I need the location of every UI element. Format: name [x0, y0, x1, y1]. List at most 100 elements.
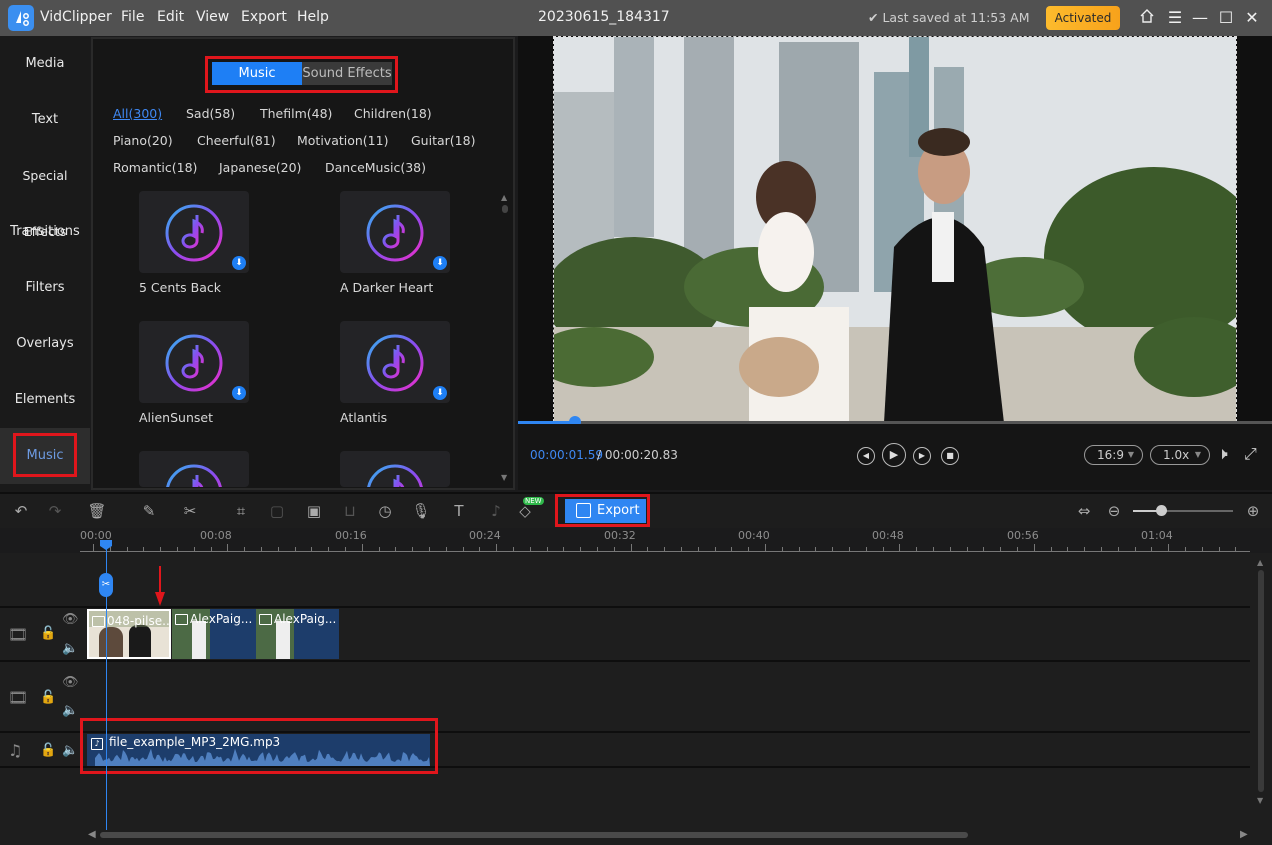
- sidebar: Media Text Special Effects Transitions F…: [0, 36, 90, 492]
- text-to-speech-icon[interactable]: T: [448, 500, 470, 522]
- sidebar-item-elements[interactable]: Elements: [0, 372, 90, 428]
- crop-icon[interactable]: ⌗: [230, 500, 252, 522]
- category-japanese[interactable]: Japanese(20): [219, 160, 301, 175]
- eye-icon[interactable]: 👁: [62, 675, 79, 690]
- zoom-in-icon[interactable]: ⊕: [1242, 500, 1264, 522]
- scroll-right-icon[interactable]: ▶: [1240, 829, 1248, 840]
- activated-button[interactable]: Activated: [1046, 6, 1120, 30]
- preview-frame[interactable]: [553, 36, 1237, 422]
- ruler-tick: [949, 547, 951, 552]
- redo-icon[interactable]: ↷: [44, 500, 66, 522]
- sidebar-item-transitions[interactable]: Transitions: [0, 204, 90, 260]
- category-guitar[interactable]: Guitar(18): [411, 133, 475, 148]
- eye-icon[interactable]: 👁: [62, 612, 79, 627]
- music-card[interactable]: ⬇: [139, 191, 249, 273]
- mosaic-icon[interactable]: ▣: [303, 500, 325, 522]
- ruler-tick: [1067, 547, 1069, 552]
- scroll-thumb[interactable]: [502, 205, 508, 213]
- undo-icon[interactable]: ↶: [10, 500, 32, 522]
- scroll-up-icon[interactable]: ▲: [1257, 558, 1263, 567]
- lock-icon[interactable]: 🔓: [40, 743, 56, 758]
- fit-timeline-icon[interactable]: ⇔: [1073, 500, 1095, 522]
- category-thefilm[interactable]: Thefilm(48): [260, 106, 332, 121]
- fullscreen-icon[interactable]: ⤢: [1244, 444, 1257, 464]
- delete-icon[interactable]: 🗑: [86, 500, 108, 522]
- maximize-icon[interactable]: ☐: [1216, 8, 1236, 28]
- menu-view[interactable]: View: [196, 9, 229, 25]
- speaker-icon[interactable]: 🔈: [62, 703, 78, 718]
- ruler-tick-label: 00:16: [335, 529, 367, 542]
- sidebar-item-text[interactable]: Text: [0, 92, 90, 148]
- close-icon[interactable]: ✕: [1242, 8, 1262, 28]
- download-icon[interactable]: ⬇: [433, 256, 447, 270]
- scroll-left-icon[interactable]: ◀: [88, 829, 96, 840]
- category-children[interactable]: Children(18): [354, 106, 432, 121]
- hamburger-menu-icon[interactable]: ☰: [1165, 8, 1185, 28]
- next-frame-icon[interactable]: ▶: [913, 447, 931, 465]
- music-card[interactable]: ⬇: [340, 321, 450, 403]
- sidebar-item-media[interactable]: Media: [0, 36, 90, 92]
- download-icon[interactable]: ⬇: [433, 386, 447, 400]
- download-icon[interactable]: ⬇: [232, 386, 246, 400]
- menu-edit[interactable]: Edit: [157, 9, 184, 25]
- scroll-up-icon[interactable]: ▲: [501, 193, 507, 202]
- category-cheerful[interactable]: Cheerful(81): [197, 133, 276, 148]
- menu-export[interactable]: Export: [241, 9, 287, 25]
- ruler-tick: [345, 547, 346, 552]
- ruler-tick: [412, 547, 414, 552]
- lock-icon[interactable]: 🔓: [40, 690, 56, 705]
- category-all[interactable]: All(300): [113, 106, 162, 121]
- category-piano[interactable]: Piano(20): [113, 133, 173, 148]
- zoom-out-icon[interactable]: ⊖: [1103, 500, 1125, 522]
- download-icon[interactable]: ⬇: [232, 256, 246, 270]
- category-sad[interactable]: Sad(58): [186, 106, 235, 121]
- speech-to-text-icon[interactable]: ♪: [485, 500, 507, 522]
- volume-icon[interactable]: 🕨: [1217, 444, 1228, 464]
- video-clip[interactable]: AlexPaig...: [172, 609, 256, 659]
- menu-help[interactable]: Help: [297, 9, 329, 25]
- prev-frame-icon[interactable]: ◀: [857, 447, 875, 465]
- library-scrollbar[interactable]: ▲ ▼: [500, 193, 510, 485]
- home-icon[interactable]: [1137, 8, 1157, 28]
- ruler-tick: [445, 547, 447, 552]
- music-card[interactable]: ⬇: [139, 321, 249, 403]
- music-card[interactable]: [139, 451, 249, 487]
- play-icon[interactable]: ▶: [882, 443, 906, 467]
- timeline-vertical-scrollbar[interactable]: ▲ ▼: [1256, 558, 1266, 820]
- ruler-tick: [361, 544, 363, 552]
- edit-icon[interactable]: ✎: [138, 500, 160, 522]
- video-clip[interactable]: 048-pilse...: [87, 609, 171, 659]
- sidebar-item-special-effects[interactable]: Special Effects: [0, 148, 90, 239]
- speed-clock-icon[interactable]: ◷: [374, 500, 396, 522]
- music-card[interactable]: [340, 451, 450, 487]
- category-dancemusic[interactable]: DanceMusic(38): [325, 160, 426, 175]
- speed-dropdown[interactable]: 1.0x ▼: [1150, 445, 1210, 465]
- menu-file[interactable]: File: [121, 9, 144, 25]
- lock-icon[interactable]: 🔓: [40, 626, 56, 641]
- music-card[interactable]: ⬇: [340, 191, 450, 273]
- scroll-thumb[interactable]: [1258, 570, 1264, 792]
- sidebar-item-overlays[interactable]: Overlays: [0, 316, 90, 372]
- record-voice-icon[interactable]: 🎙: [410, 500, 432, 522]
- split-icon[interactable]: ✂: [179, 500, 201, 522]
- audio-highlight-box: [80, 718, 438, 774]
- speaker-icon[interactable]: 🔈: [62, 743, 78, 758]
- category-motivation[interactable]: Motivation(11): [297, 133, 388, 148]
- scroll-down-icon[interactable]: ▼: [1257, 796, 1263, 805]
- split-marker-icon[interactable]: ✂: [99, 573, 113, 597]
- timeline-ruler[interactable]: [80, 528, 1252, 552]
- scroll-down-icon[interactable]: ▼: [501, 473, 507, 482]
- video-clip[interactable]: AlexPaig...: [256, 609, 339, 659]
- audio-levels-icon[interactable]: ⊔: [339, 500, 361, 522]
- zoom-slider-handle[interactable]: [1156, 505, 1167, 516]
- speaker-icon[interactable]: 🔈: [62, 641, 78, 656]
- category-romantic[interactable]: Romantic(18): [113, 160, 197, 175]
- stop-icon[interactable]: ■: [941, 447, 959, 465]
- sidebar-item-filters[interactable]: Filters: [0, 260, 90, 316]
- timeline-horizontal-scrollbar[interactable]: [100, 832, 968, 838]
- aspect-ratio-dropdown[interactable]: 16:9 ▼: [1084, 445, 1143, 465]
- minimize-icon[interactable]: —: [1190, 8, 1210, 28]
- ruler-tick: [328, 547, 330, 552]
- ruler-tick: [227, 544, 229, 552]
- freeze-frame-icon[interactable]: ▢: [266, 500, 288, 522]
